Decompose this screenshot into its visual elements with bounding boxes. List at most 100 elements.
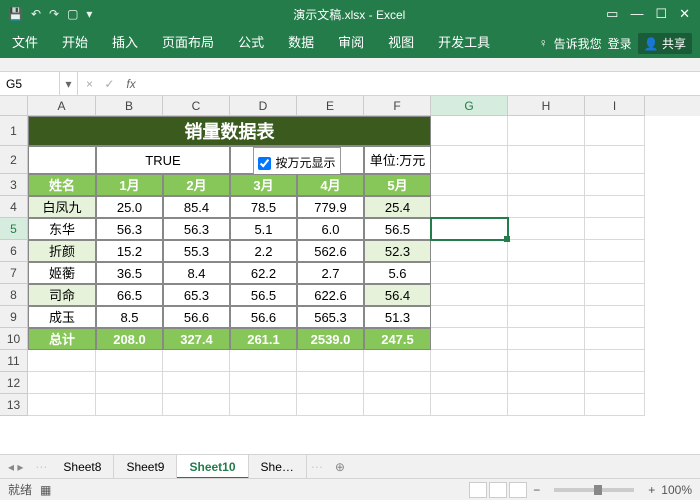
tab-file[interactable]: 文件 [0, 28, 50, 58]
row-head-8[interactable]: 8 [0, 284, 28, 306]
hdr-m1[interactable]: 1月 [96, 174, 163, 196]
tab-view[interactable]: 视图 [376, 28, 426, 58]
cell-val[interactable]: 56.5 [364, 218, 431, 240]
row-head-2[interactable]: 2 [0, 146, 28, 174]
cell[interactable] [230, 394, 297, 416]
cell-val[interactable]: 56.6 [163, 306, 230, 328]
sheet-nav-prev-icon[interactable]: ◂ ▸ [0, 460, 31, 474]
cell[interactable] [364, 350, 431, 372]
cell[interactable] [431, 350, 508, 372]
cell-val[interactable]: 622.6 [297, 284, 364, 306]
sheet-tab[interactable]: Sheet8 [51, 455, 114, 479]
cell-I5[interactable] [585, 218, 645, 240]
cell-H9[interactable] [508, 306, 585, 328]
cell-H5[interactable] [508, 218, 585, 240]
zoom-in-icon[interactable]: + [642, 483, 661, 497]
cell-val[interactable]: 562.6 [297, 240, 364, 262]
sheet-tab[interactable]: Sheet9 [114, 455, 177, 479]
cell[interactable] [431, 372, 508, 394]
cell-val[interactable]: 52.3 [364, 240, 431, 262]
cell-I9[interactable] [585, 306, 645, 328]
col-C[interactable]: C [163, 96, 230, 116]
cell-H1[interactable] [508, 116, 585, 146]
cell[interactable] [96, 394, 163, 416]
tab-review[interactable]: 审阅 [326, 28, 376, 58]
cell-val[interactable]: 5.6 [364, 262, 431, 284]
view-normal-icon[interactable] [469, 482, 487, 498]
cell[interactable] [28, 394, 96, 416]
col-B[interactable]: B [96, 96, 163, 116]
col-F[interactable]: F [364, 96, 431, 116]
cell-val[interactable]: 15.2 [96, 240, 163, 262]
cell[interactable] [508, 350, 585, 372]
ribbon-opts-icon[interactable]: ▭ [606, 6, 618, 22]
tab-insert[interactable]: 插入 [100, 28, 150, 58]
cell[interactable] [297, 394, 364, 416]
cell-G8[interactable] [431, 284, 508, 306]
row-head-5[interactable]: 5 [0, 218, 28, 240]
row-head-12[interactable]: 12 [0, 372, 28, 394]
zoom-slider[interactable] [554, 488, 634, 492]
cell-val[interactable]: 56.4 [364, 284, 431, 306]
signin-link[interactable]: 登录 [608, 35, 632, 52]
view-page-icon[interactable] [489, 482, 507, 498]
cell[interactable] [585, 350, 645, 372]
cell-val[interactable]: 65.3 [163, 284, 230, 306]
cell-I7[interactable] [585, 262, 645, 284]
cell-I1[interactable] [585, 116, 645, 146]
save-icon[interactable]: 💾 [8, 7, 23, 21]
hdr-name[interactable]: 姓名 [28, 174, 96, 196]
cell[interactable] [585, 372, 645, 394]
cell-H6[interactable] [508, 240, 585, 262]
row-head-13[interactable]: 13 [0, 394, 28, 416]
cell[interactable] [297, 350, 364, 372]
macro-record-icon[interactable]: ▦ [32, 483, 51, 497]
tab-home[interactable]: 开始 [50, 28, 100, 58]
cell-H7[interactable] [508, 262, 585, 284]
cell-val[interactable]: 25.0 [96, 196, 163, 218]
row-head-3[interactable]: 3 [0, 174, 28, 196]
cell-val[interactable]: 51.3 [364, 306, 431, 328]
cell-val[interactable]: 36.5 [96, 262, 163, 284]
hdr-m3[interactable]: 3月 [230, 174, 297, 196]
cell-val[interactable]: 25.4 [364, 196, 431, 218]
cell-H10[interactable] [508, 328, 585, 350]
total-val[interactable]: 327.4 [163, 328, 230, 350]
tab-layout[interactable]: 页面布局 [150, 28, 226, 58]
cell[interactable] [230, 372, 297, 394]
cell-G3[interactable] [431, 174, 508, 196]
hdr-m4[interactable]: 4月 [297, 174, 364, 196]
cell-I2[interactable] [585, 146, 645, 174]
row-head-6[interactable]: 6 [0, 240, 28, 262]
cell-G2[interactable] [431, 146, 508, 174]
cell-val[interactable]: 2.2 [230, 240, 297, 262]
cell-val[interactable]: 5.1 [230, 218, 297, 240]
cell-G10[interactable] [431, 328, 508, 350]
redo-icon[interactable]: ↷ [49, 7, 59, 21]
cell-val[interactable]: 8.5 [96, 306, 163, 328]
tab-formula[interactable]: 公式 [226, 28, 276, 58]
cell[interactable] [28, 372, 96, 394]
zoom-level[interactable]: 100% [661, 483, 692, 497]
cell-val[interactable]: 78.5 [230, 196, 297, 218]
total-val[interactable]: 208.0 [96, 328, 163, 350]
cell-val[interactable]: 565.3 [297, 306, 364, 328]
cell[interactable] [96, 350, 163, 372]
cell[interactable] [96, 372, 163, 394]
cell[interactable] [364, 394, 431, 416]
cell[interactable] [431, 394, 508, 416]
col-D[interactable]: D [230, 96, 297, 116]
row-head-11[interactable]: 11 [0, 350, 28, 372]
cell-val[interactable]: 6.0 [297, 218, 364, 240]
col-A[interactable]: A [28, 96, 96, 116]
undo-icon[interactable]: ↶ [31, 7, 41, 21]
col-I[interactable]: I [585, 96, 645, 116]
cell-name[interactable]: 折颜 [28, 240, 96, 262]
cell-name[interactable]: 成玉 [28, 306, 96, 328]
row-head-7[interactable]: 7 [0, 262, 28, 284]
name-box-dropdown-icon[interactable]: ▾ [60, 72, 78, 95]
selected-cell-G5[interactable] [431, 218, 508, 240]
cell-name[interactable]: 东华 [28, 218, 96, 240]
cell-G4[interactable] [431, 196, 508, 218]
row-head-10[interactable]: 10 [0, 328, 28, 350]
